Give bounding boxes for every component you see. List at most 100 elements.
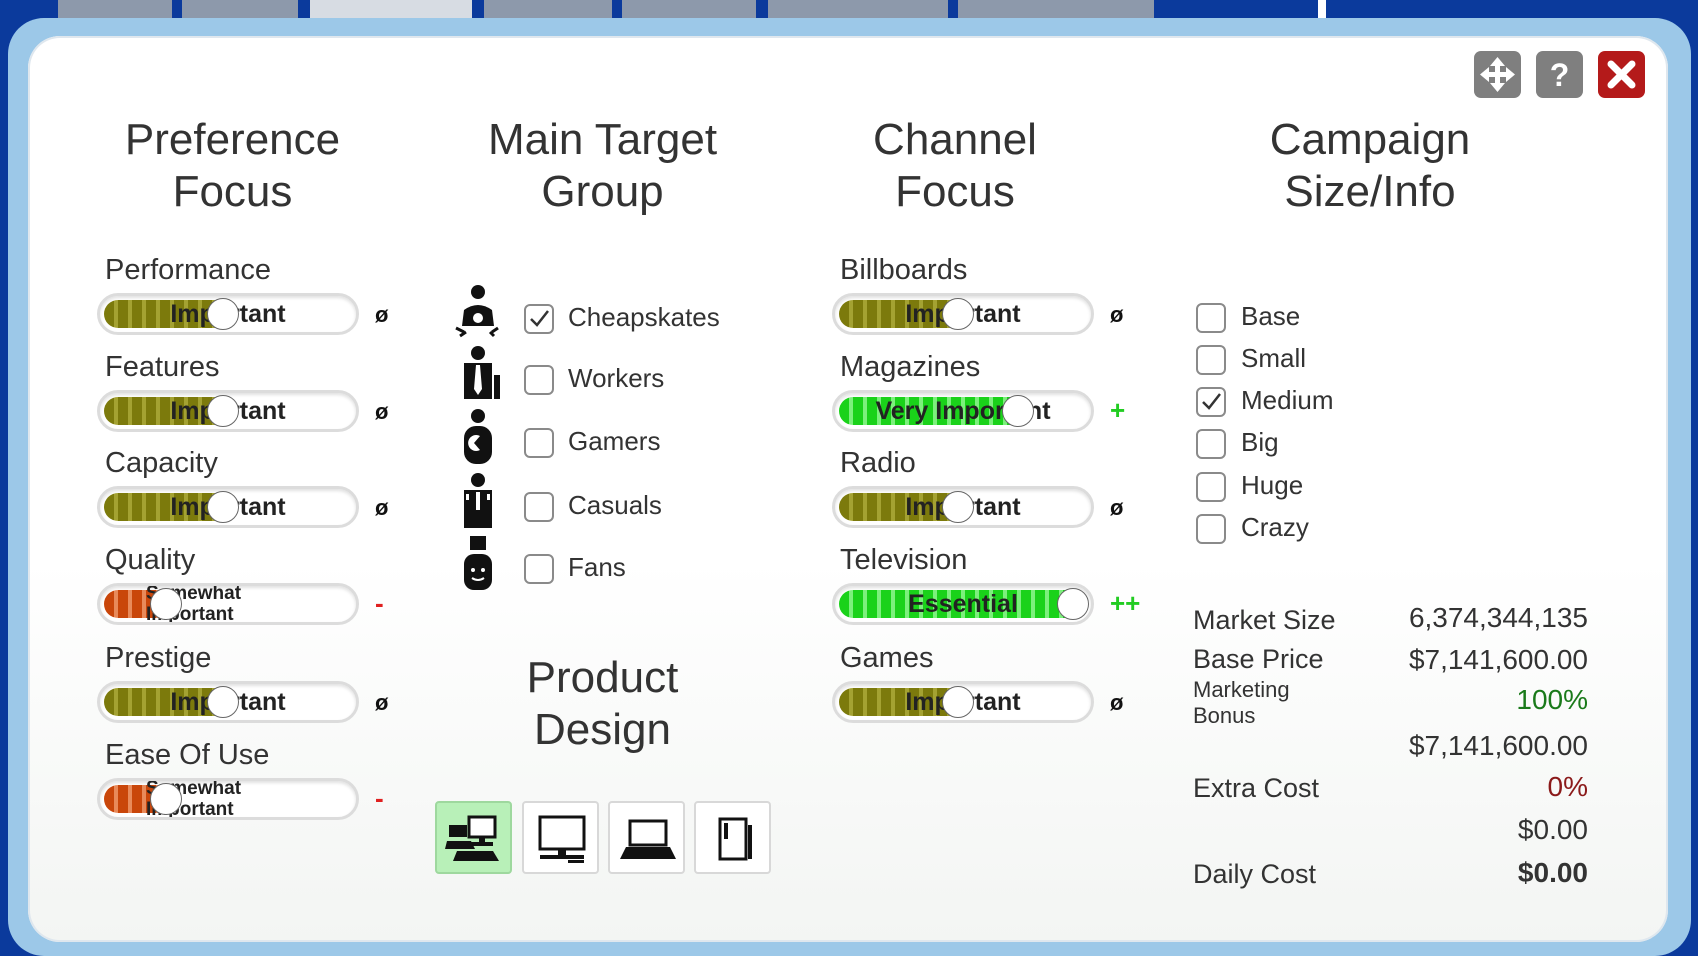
move-arrows-icon: [1480, 57, 1515, 92]
channel-focus-title: Channel Focus: [873, 115, 1037, 216]
slider-knob[interactable]: [150, 588, 182, 620]
marketing-bonus-label: Marketing Bonus: [1193, 677, 1290, 728]
move-window-button[interactable]: [1474, 51, 1521, 98]
channel-slider[interactable]: Very Important: [832, 390, 1094, 432]
campaign-size-checkbox[interactable]: [1196, 514, 1226, 544]
market-size-value: 6,374,344,135: [1408, 602, 1588, 633]
target-group-label: Casuals: [568, 490, 662, 520]
preference-slider[interactable]: Important: [97, 681, 359, 723]
preference-label: Prestige: [105, 642, 212, 674]
target-group-label: Cheapskates: [568, 302, 720, 332]
laptop-icon: [620, 819, 676, 859]
channel-slider[interactable]: Important: [832, 293, 1094, 335]
preference-label: Features: [105, 351, 220, 383]
product-design-title: Product Design: [526, 653, 679, 754]
market-size-label: Market Size: [1193, 605, 1336, 635]
campaign-size-checkbox[interactable]: [1196, 472, 1226, 502]
gamer-person-icon: [450, 408, 510, 473]
slider-level-text: Somewhat Important: [146, 778, 242, 820]
slider-knob[interactable]: [207, 686, 239, 718]
preference-label: Quality: [105, 544, 196, 576]
slider-knob[interactable]: [942, 491, 974, 523]
preference-slider[interactable]: Important: [97, 390, 359, 432]
slider-knob[interactable]: [207, 298, 239, 330]
extra-cost-label: Extra Cost: [1193, 773, 1320, 803]
preference-indicator: ø: [375, 302, 389, 327]
campaign-size-label: Huge: [1241, 470, 1304, 500]
close-x-icon: [1607, 60, 1636, 89]
extra-cost-value: $0.00: [1517, 814, 1588, 845]
campaign-size-label: Big: [1241, 427, 1279, 457]
slider-knob[interactable]: [942, 298, 974, 330]
fan-person-icon: [450, 534, 510, 599]
target-group-checkbox[interactable]: [524, 492, 554, 522]
campaign-size-checkbox[interactable]: [1196, 345, 1226, 375]
checkmark-icon: [1202, 393, 1221, 410]
campaign-size-label: Crazy: [1241, 512, 1309, 542]
slider-level-text: Very Important: [875, 396, 1051, 425]
target-group-label: Workers: [568, 363, 665, 393]
channel-indicator: ø: [1110, 690, 1124, 715]
preference-slider[interactable]: Somewhat Important: [97, 583, 359, 625]
svg-text:?: ?: [1550, 57, 1570, 93]
slider-knob[interactable]: [1002, 395, 1034, 427]
channel-label: Games: [840, 642, 934, 674]
campaign-size-label: Medium: [1241, 385, 1334, 415]
channel-slider[interactable]: Essential: [832, 583, 1094, 625]
slider-knob[interactable]: [207, 395, 239, 427]
channel-label: Billboards: [840, 254, 968, 286]
preference-indicator: ø: [375, 399, 389, 424]
slider-knob[interactable]: [150, 783, 182, 815]
target-group-checkbox[interactable]: [524, 428, 554, 458]
preference-indicator: -: [375, 588, 384, 618]
slider-knob[interactable]: [1057, 588, 1089, 620]
channel-label: Radio: [840, 447, 916, 479]
casual-person-icon: [450, 472, 510, 537]
channel-indicator: ++: [1110, 588, 1141, 618]
campaign-size-info-title: Campaign Size/Info: [1269, 115, 1471, 216]
cheapskate-person-icon: [450, 284, 510, 349]
help-button[interactable]: ?: [1536, 51, 1583, 98]
target-group-checkbox[interactable]: [524, 554, 554, 584]
preference-label: Ease Of Use: [105, 739, 270, 771]
desktop-computer-icon: [538, 815, 586, 863]
product-design-option[interactable]: [694, 801, 771, 874]
checkmark-icon: [530, 310, 549, 327]
channel-slider[interactable]: Important: [832, 486, 1094, 528]
preference-slider[interactable]: Important: [97, 486, 359, 528]
target-group-label: Gamers: [568, 426, 661, 456]
campaign-size-checkbox[interactable]: [1196, 303, 1226, 333]
campaign-size-label: Base: [1241, 301, 1301, 331]
preference-label: Capacity: [105, 447, 218, 479]
campaign-size-checkbox[interactable]: [1196, 387, 1226, 417]
product-design-option[interactable]: [608, 801, 685, 874]
main-target-group-title: Main Target Group: [487, 115, 718, 216]
target-group-checkbox[interactable]: [524, 304, 554, 334]
product-design-option[interactable]: [435, 801, 512, 874]
slider-knob[interactable]: [942, 686, 974, 718]
extra-cost-percent: 0%: [1547, 771, 1588, 802]
channel-slider[interactable]: Important: [832, 681, 1094, 723]
preference-slider[interactable]: Important: [97, 293, 359, 335]
close-button[interactable]: [1598, 51, 1645, 98]
channel-indicator: ø: [1110, 302, 1124, 327]
channel-indicator: ø: [1110, 495, 1124, 520]
target-group-checkbox[interactable]: [524, 365, 554, 395]
question-icon: ?: [1550, 57, 1570, 93]
campaign-size-checkbox[interactable]: [1196, 429, 1226, 459]
marketing-bonus-value: $7,141,600.00: [1408, 730, 1588, 761]
worker-person-icon: [450, 345, 510, 410]
preference-indicator: -: [375, 783, 384, 813]
slider-knob[interactable]: [207, 491, 239, 523]
slider-level-text: Somewhat Important: [146, 583, 242, 625]
preference-indicator: ø: [375, 495, 389, 520]
base-price-value: $7,141,600.00: [1408, 644, 1588, 675]
preference-slider[interactable]: Somewhat Important: [97, 778, 359, 820]
channel-indicator: +: [1110, 395, 1126, 425]
preference-focus-title: Preference Focus: [124, 115, 341, 216]
channel-label: Television: [840, 544, 968, 576]
tablet-phone-icon: [718, 817, 752, 861]
target-group-label: Fans: [568, 552, 626, 582]
base-price-label: Base Price: [1193, 644, 1324, 674]
product-design-option[interactable]: [522, 801, 599, 874]
